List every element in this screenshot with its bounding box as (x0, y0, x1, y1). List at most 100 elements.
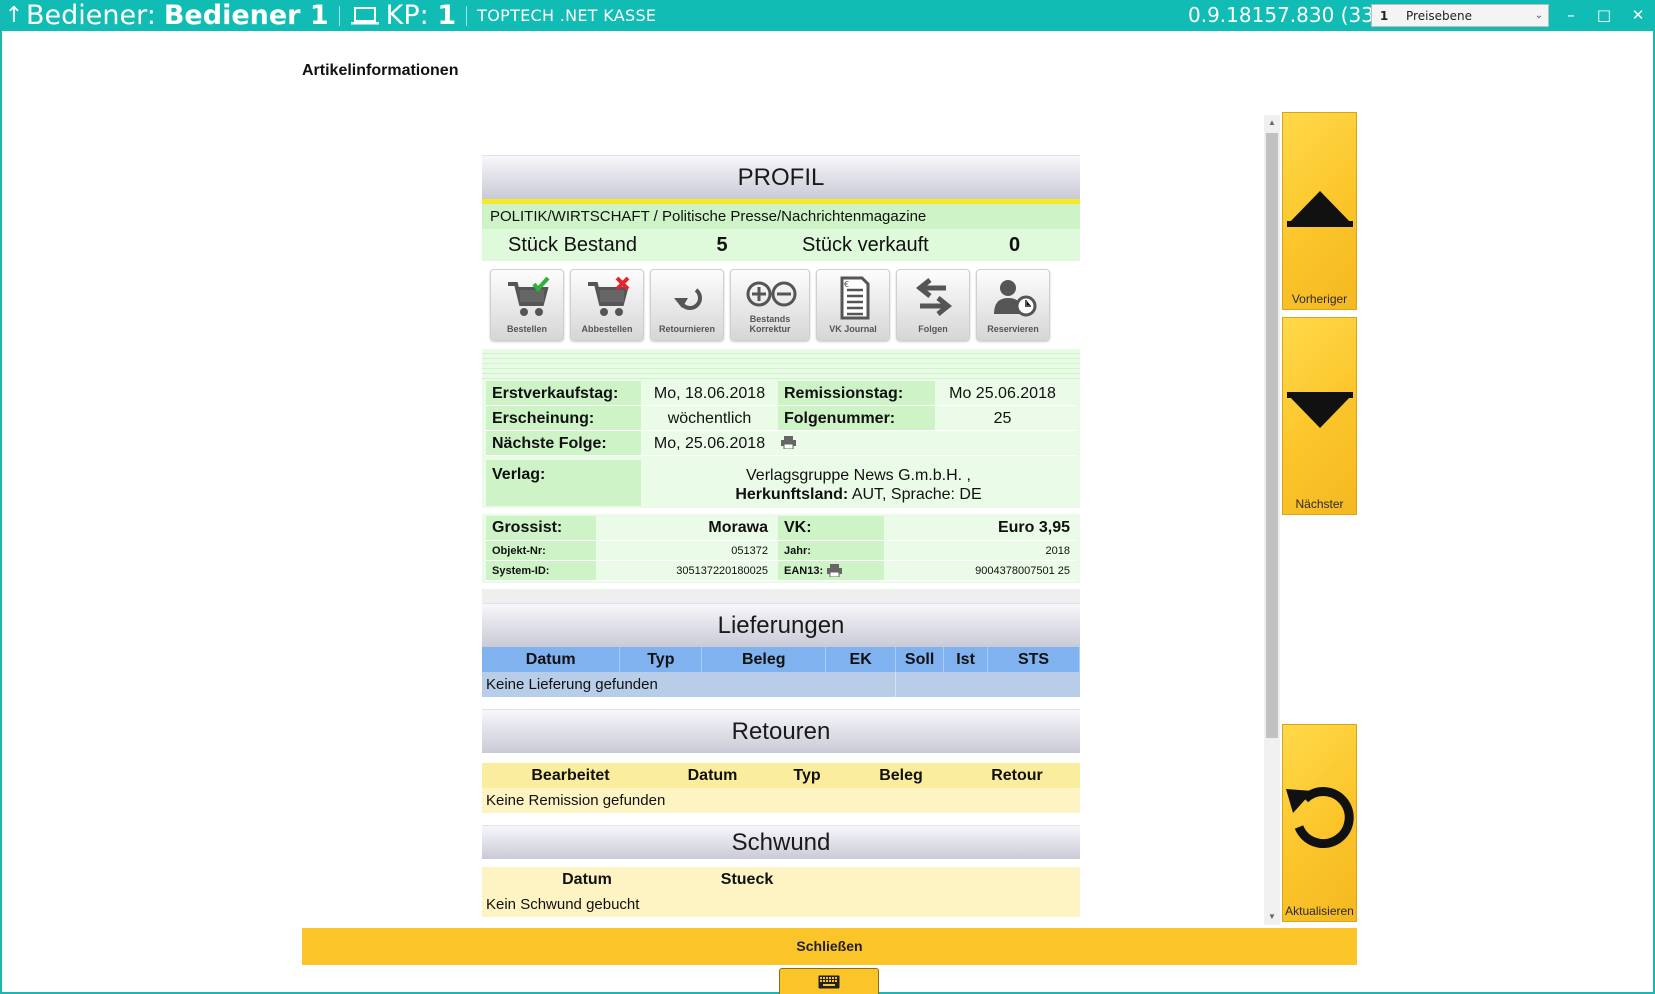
ean-label: EAN13: (784, 564, 824, 577)
column-header[interactable]: Datum (659, 763, 766, 788)
scroll-down-arrow[interactable]: ▼ (1264, 909, 1280, 925)
column-header[interactable]: Beleg (848, 763, 954, 788)
column-header[interactable]: Datum (482, 867, 692, 892)
title-divider (338, 5, 340, 26)
divider (482, 753, 1080, 763)
empty-message: Keine Lieferung gefunden (482, 672, 896, 697)
column-header[interactable]: Ist (943, 647, 989, 672)
deliveries-table: Datum Typ Beleg EK Soll Ist STS Keine Li… (482, 647, 1080, 697)
shrinkage-panel: Schwund Datum Stueck Kein Schwund gebuch… (482, 825, 1080, 917)
column-header[interactable]: Datum (482, 647, 621, 672)
table-header-row: Bearbeitet Datum Typ Beleg Retour (482, 763, 1080, 788)
keyboard-button[interactable] (779, 968, 879, 994)
column-header[interactable]: Typ (619, 647, 703, 672)
column-header[interactable]: Beleg (701, 647, 827, 672)
scroll-up-arrow[interactable]: ▲ (1264, 115, 1280, 131)
scroll-thumb[interactable] (1266, 133, 1278, 738)
table-header-row: Datum Stueck (482, 867, 1080, 892)
action-toolbar: Bestellen Abbestellen Retournieren Besta… (482, 261, 1080, 349)
refresh-button[interactable]: Aktualisieren (1282, 724, 1357, 922)
previous-button[interactable]: Vorheriger (1282, 112, 1357, 310)
deliveries-header: Lieferungen (482, 603, 1080, 647)
column-header[interactable]: Stueck (692, 867, 802, 892)
reserve-button[interactable]: Reservieren (976, 269, 1050, 341)
minimize-button[interactable]: – (1559, 4, 1583, 26)
tool-label: Folgen (918, 324, 948, 334)
title-bar: ↑ Bediener: Bediener 1 KP: 1 TOPTECH .NE… (2, 0, 1655, 31)
order-button[interactable]: Bestellen (490, 269, 564, 341)
profile-panel: PROFIL POLITIK/WIRTSCHAFT / Politische P… (482, 155, 1080, 603)
publisher-row: Verlag: Verlagsgruppe News G.m.b.H. , He… (486, 460, 1076, 506)
info-row: Grossist: Morawa VK: Euro 3,95 (486, 516, 1076, 541)
kp-value: 1 (437, 0, 457, 31)
tool-label: Reservieren (987, 324, 1039, 334)
stock-value: 5 (716, 233, 728, 256)
operator-name: Bediener 1 (163, 0, 329, 31)
kp-label: KP: (385, 0, 429, 31)
sold-value: 0 (1008, 233, 1021, 256)
returns-header: Retouren (482, 709, 1080, 753)
table-row: Kein Schwund gebucht (482, 892, 1080, 917)
divider (482, 349, 1080, 379)
info-row: Nächste Folge: Mo, 25.06.2018 (486, 431, 1076, 456)
follow-button[interactable]: Folgen (896, 269, 970, 341)
pin-icon[interactable]: ↑ (4, 3, 24, 28)
first-sale-value: Mo, 18.06.2018 (653, 385, 766, 402)
article-info-content[interactable]: PROFIL POLITIK/WIRTSCHAFT / Politische P… (482, 155, 1080, 925)
table-header-row: Datum Typ Beleg EK Soll Ist STS (482, 647, 1080, 672)
vertical-scrollbar[interactable]: ▲ ▼ (1264, 115, 1280, 925)
printer-icon[interactable] (778, 434, 798, 452)
column-header[interactable]: Retour (954, 763, 1080, 788)
divider (482, 813, 1080, 825)
column-header[interactable]: Typ (766, 763, 848, 788)
frequency-value: wöchentlich (667, 410, 752, 427)
next-button[interactable]: Nächster (1282, 317, 1357, 515)
publisher-details: Verlagsgruppe News G.m.b.H. , Herkunftsl… (641, 460, 1076, 506)
ean-value: 9004378007501 25 (975, 564, 1070, 577)
wholesale-info: Grossist: Morawa VK: Euro 3,95 Objekt-Nr… (482, 514, 1080, 583)
publisher-label: Verlag: (486, 460, 641, 506)
next-issue-label: Nächste Folge: (486, 431, 641, 455)
returns-table: Bearbeitet Datum Typ Beleg Retour Keine … (482, 763, 1080, 813)
app-name: TOPTECH .NET KASSE (477, 6, 657, 25)
column-header[interactable]: STS (987, 647, 1080, 672)
info-row: Erscheinung: wöchentlich Folgenummer: 25 (486, 406, 1076, 431)
stock-correction-button[interactable]: Bestands Korrektur (730, 269, 810, 341)
close-button[interactable]: Schließen (302, 928, 1357, 965)
close-window-button[interactable]: ✕ (1626, 4, 1650, 26)
column-header[interactable]: Soll (895, 647, 945, 672)
price-level-number: 1 (1379, 8, 1389, 23)
ean-label-cell: EAN13: (778, 561, 884, 580)
price-label: VK: (778, 516, 884, 540)
origin-label: Herkunftsland: (735, 486, 849, 503)
chevron-down-icon: ⌄ (1534, 10, 1544, 21)
sold-label: Stück verkauft (802, 233, 929, 256)
issue-number-value: 25 (993, 410, 1012, 427)
wholesaler-value: Morawa (708, 519, 768, 536)
price-level-select[interactable]: 1 Preisebene ⌄ (1371, 4, 1549, 27)
wholesaler-label: Grossist: (486, 516, 596, 540)
refresh-icon (1286, 787, 1354, 848)
maximize-button[interactable]: □ (1592, 4, 1616, 26)
shrinkage-header: Schwund (482, 825, 1080, 859)
release-info: Erstverkaufstag: Mo, 18.06.2018 Remissio… (482, 379, 1080, 508)
system-id-label: System-ID: (486, 561, 596, 580)
table-row: Keine Lieferung gefunden (482, 672, 1080, 697)
return-button[interactable]: Retournieren (650, 269, 724, 341)
tool-label: Abbestellen (581, 324, 633, 334)
first-sale-label: Erstverkaufstag: (486, 381, 641, 405)
operator-label: Bediener: (26, 0, 156, 31)
object-number-label: Objekt-Nr: (486, 541, 596, 560)
return-arrow-icon (674, 288, 702, 310)
stock-label: Stück Bestand (508, 233, 637, 256)
kp-indicator: KP: 1 (386, 0, 456, 31)
column-header[interactable]: EK (825, 647, 897, 672)
printer-icon[interactable] (827, 564, 843, 577)
triangle-up-icon (1287, 191, 1353, 227)
info-row: Objekt-Nr: 051372 Jahr: 2018 (486, 541, 1076, 561)
tool-label: Retournieren (658, 324, 715, 334)
vk-journal-button[interactable]: € VK Journal (816, 269, 890, 341)
column-header[interactable]: Bearbeitet (482, 763, 659, 788)
unorder-button[interactable]: Abbestellen (570, 269, 644, 341)
divider (482, 697, 1080, 709)
